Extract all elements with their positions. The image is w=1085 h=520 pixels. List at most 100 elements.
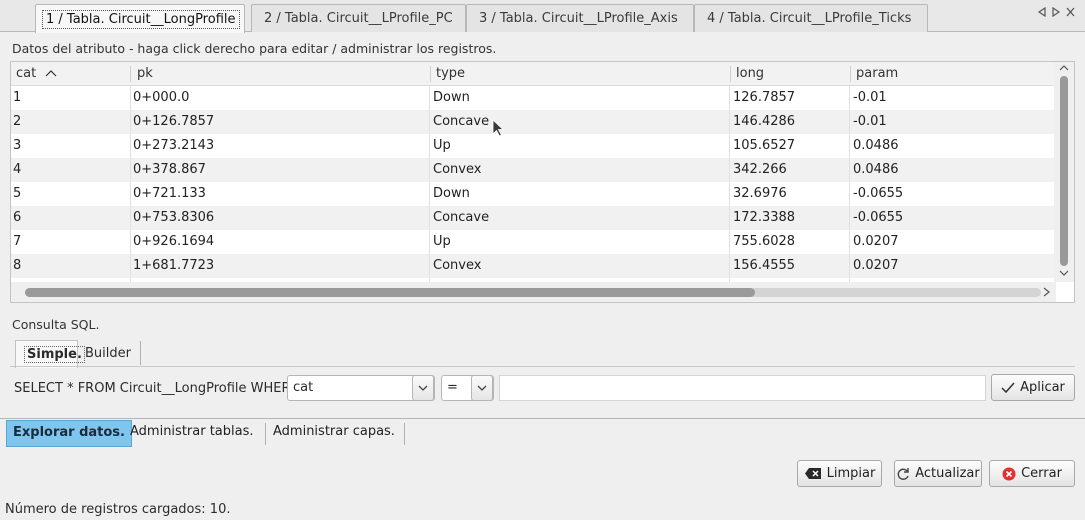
mouse-cursor-icon <box>492 119 505 140</box>
table-cell-long[interactable]: 105.6527 <box>731 134 851 158</box>
clear-button-label: Limpiar <box>826 466 876 481</box>
tab-builder[interactable]: Builder <box>77 340 139 367</box>
status-text: Número de registros cargados: 10. <box>5 502 231 517</box>
table-row[interactable]: 8 1+681.7723 Convex 156.4555 0.0207 <box>11 254 1056 278</box>
table-cell-cat[interactable]: 2 <box>11 110 131 134</box>
refresh-icon <box>896 467 910 481</box>
chevron-down-icon[interactable] <box>1059 270 1069 277</box>
table-row[interactable]: 4 0+378.867 Convex 342.266 0.0486 <box>11 158 1056 182</box>
table-cell-cat[interactable]: 8 <box>11 254 131 278</box>
horizontal-scrollbar[interactable] <box>11 282 1056 302</box>
table-row[interactable]: 6 0+753.8306 Concave 172.3388 -0.0655 <box>11 206 1056 230</box>
column-header-long[interactable]: long <box>731 62 851 86</box>
close-icon[interactable] <box>1066 7 1075 20</box>
refresh-button[interactable]: Actualizar <box>894 460 982 487</box>
table-cell-param[interactable]: 0.0207 <box>851 254 1056 278</box>
table-cell-pk[interactable]: 1+681.7723 <box>131 254 431 278</box>
table-row[interactable]: 3 0+273.2143 Up 105.6527 0.0486 <box>11 134 1056 158</box>
table-cell-cat[interactable]: 5 <box>11 182 131 206</box>
column-gridline <box>130 86 131 286</box>
tab-circuit-longprofile[interactable]: 1 / Tabla. Circuit__LongProfile <box>35 4 245 33</box>
column-header-param[interactable]: param <box>851 62 1056 86</box>
table-cell-type[interactable]: Up <box>431 230 731 254</box>
column-header-cat[interactable]: cat <box>11 62 131 86</box>
table-cell-type[interactable]: Down <box>431 182 731 206</box>
backspace-clear-icon <box>804 467 822 480</box>
column-gridline <box>849 86 850 286</box>
clear-button[interactable]: Limpiar <box>797 460 882 487</box>
table-row[interactable]: 1 0+000.0 Down 126.7857 -0.01 <box>11 86 1056 110</box>
vertical-scrollbar[interactable] <box>1054 62 1074 282</box>
tab-manage-layers[interactable]: Administrar capas. <box>273 420 395 447</box>
tab-explore-data[interactable]: Explorar datos. <box>6 420 132 447</box>
table-cell-pk[interactable]: 0+378.867 <box>131 158 431 182</box>
table-cell-long[interactable]: 126.7857 <box>731 86 851 110</box>
tab-circuit-lprofile-pc[interactable]: 2 / Tabla. Circuit__LProfile_PC <box>251 4 466 32</box>
table-cell-pk[interactable]: 0+126.7857 <box>131 110 431 134</box>
sql-query-label: Consulta SQL. <box>12 317 100 332</box>
table-cell-type[interactable]: Convex <box>431 158 731 182</box>
table-row[interactable]: 5 0+721.133 Down 32.6976 -0.0655 <box>11 182 1056 206</box>
tab-label: 1 / Tabla. Circuit__LongProfile <box>42 9 240 29</box>
tab-manage-tables[interactable]: Administrar tablas. <box>130 420 254 447</box>
column-header-label: cat <box>16 66 37 81</box>
tab-label: 4 / Tabla. Circuit__LProfile_Ticks <box>707 11 912 26</box>
tab-divider <box>140 341 141 365</box>
table-cell-type[interactable]: Concave <box>431 206 731 230</box>
column-select-dropdown[interactable] <box>412 375 434 401</box>
close-button[interactable]: Cerrar <box>989 460 1075 487</box>
tab-divider <box>265 423 266 445</box>
tab-circuit-lprofile-axis[interactable]: 3 / Tabla. Circuit__LProfile_Axis <box>466 4 694 32</box>
table-row[interactable]: 7 0+926.1694 Up 755.6028 0.0207 <box>11 230 1056 254</box>
table-cell-pk[interactable]: 0+721.133 <box>131 182 431 206</box>
table-cell-type[interactable]: Down <box>431 86 731 110</box>
table-cell-param[interactable]: 0.0486 <box>851 158 1056 182</box>
table-cell-long[interactable]: 146.4286 <box>731 110 851 134</box>
table-cell-cat[interactable]: 6 <box>11 206 131 230</box>
sql-value-input[interactable] <box>499 375 986 401</box>
chevron-down-icon <box>477 385 487 392</box>
triangle-right-icon[interactable] <box>1052 6 1061 20</box>
table-cell-long[interactable]: 32.6976 <box>731 182 851 206</box>
vertical-scroll-thumb[interactable] <box>1060 76 1068 266</box>
column-header-pk[interactable]: pk <box>131 62 431 86</box>
column-select[interactable]: cat <box>287 375 435 401</box>
attribute-data-label: Datos del atributo - haga click derecho … <box>12 41 497 56</box>
table-cell-param[interactable]: -0.0655 <box>851 182 1056 206</box>
table-cell-param[interactable]: 0.0207 <box>851 230 1056 254</box>
table-cell-type[interactable]: Convex <box>431 254 731 278</box>
table-cell-param[interactable]: -0.01 <box>851 86 1056 110</box>
table-cell-long[interactable]: 156.4555 <box>731 254 851 278</box>
operator-select[interactable]: = <box>441 375 494 401</box>
tab-circuit-lprofile-ticks[interactable]: 4 / Tabla. Circuit__LProfile_Ticks <box>694 4 928 32</box>
table-cell-type[interactable]: Concave <box>431 110 731 134</box>
table-cell-pk[interactable]: 0+000.0 <box>131 86 431 110</box>
table-tab-bar: 1 / Tabla. Circuit__LongProfile 2 / Tabl… <box>0 0 1085 33</box>
triangle-left-icon[interactable] <box>1037 6 1046 20</box>
table-cell-cat[interactable]: 4 <box>11 158 131 182</box>
table-cell-cat[interactable]: 1 <box>11 86 131 110</box>
table-header: cat pk type long param <box>11 62 1056 86</box>
horizontal-scroll-thumb[interactable] <box>25 288 755 297</box>
apply-button[interactable]: Aplicar <box>991 374 1075 401</box>
table-cell-pk[interactable]: 0+753.8306 <box>131 206 431 230</box>
operator-select-dropdown[interactable] <box>471 375 493 401</box>
table-cell-cat[interactable]: 7 <box>11 230 131 254</box>
tab-label: 2 / Tabla. Circuit__LProfile_PC <box>264 11 453 26</box>
table-cell-long[interactable]: 342.266 <box>731 158 851 182</box>
table-cell-type[interactable]: Up <box>431 134 731 158</box>
table-cell-param[interactable]: 0.0486 <box>851 134 1056 158</box>
table-cell-param[interactable]: -0.0655 <box>851 206 1056 230</box>
table-cell-cat[interactable]: 3 <box>11 134 131 158</box>
chevron-up-icon[interactable] <box>1059 64 1069 71</box>
close-circle-icon <box>1002 467 1016 481</box>
column-header-type[interactable]: type <box>431 62 731 86</box>
table-cell-param[interactable]: -0.01 <box>851 110 1056 134</box>
table-cell-pk[interactable]: 0+926.1694 <box>131 230 431 254</box>
table-cell-long[interactable]: 755.6028 <box>731 230 851 254</box>
tab-simple[interactable]: Simple. <box>15 340 85 368</box>
table-cell-pk[interactable]: 0+273.2143 <box>131 134 431 158</box>
chevron-right-icon[interactable] <box>1043 287 1050 297</box>
table-row[interactable]: 2 0+126.7857 Concave 146.4286 -0.01 <box>11 110 1056 134</box>
table-cell-long[interactable]: 172.3388 <box>731 206 851 230</box>
